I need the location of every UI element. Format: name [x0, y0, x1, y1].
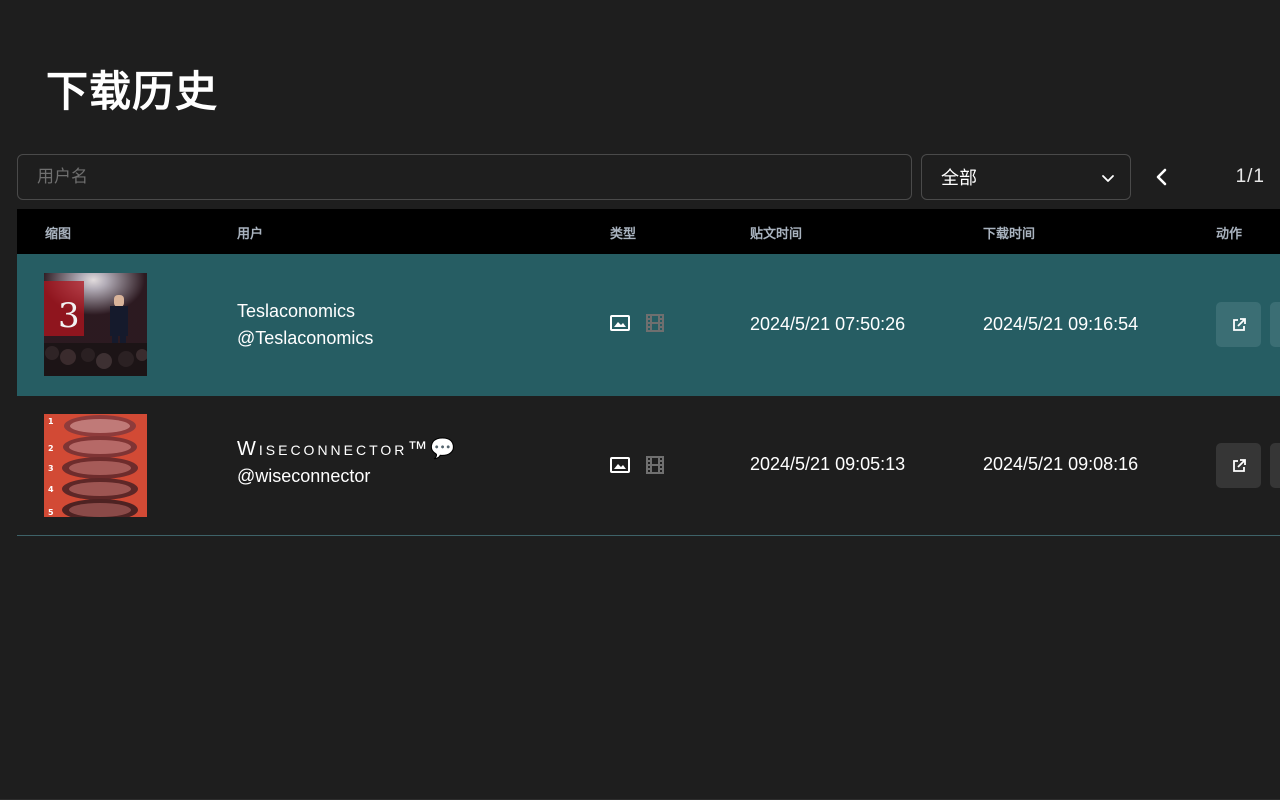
image-icon: [610, 315, 630, 331]
open-link-button[interactable]: [1216, 443, 1261, 488]
user-handle: @Teslaconomics: [237, 328, 374, 348]
table-row[interactable]: 1 2 3 4 5 Wiseconnector™💬 @wiseconnector…: [17, 396, 1280, 536]
type-cell: [610, 314, 664, 332]
table-row[interactable]: 3 Teslaconomics @Teslaconomics 2024/5/21…: [17, 254, 1280, 396]
header-download-time: 下载时间: [983, 227, 1036, 242]
username-search-input[interactable]: [17, 154, 912, 200]
header-type: 类型: [610, 227, 637, 242]
page-indicator: 1/1: [1235, 166, 1265, 187]
svg-text:3: 3: [58, 296, 80, 336]
open-link-button[interactable]: [1216, 302, 1261, 347]
user-display-name: Teslaconomics: [237, 301, 356, 321]
download-time: 2024/5/21 09:16:54: [983, 314, 1139, 334]
svg-text:2: 2: [48, 444, 54, 453]
header-thumbnail: 缩图: [45, 227, 72, 242]
chevron-left-icon: [1156, 168, 1167, 186]
download-time: 2024/5/21 09:08:16: [983, 454, 1139, 474]
video-film-icon: [646, 456, 664, 474]
chevron-down-icon: [1102, 175, 1114, 182]
thumbnail-steak-photo[interactable]: 1 2 3 4 5: [44, 414, 147, 517]
more-action-button[interactable]: [1270, 302, 1280, 347]
type-cell: [610, 456, 664, 474]
header-post-time: 贴文时间: [750, 227, 803, 242]
filter-bar: 全部 1/1: [17, 154, 1280, 200]
type-filter-value: 全部: [941, 168, 977, 189]
svg-text:3: 3: [48, 464, 54, 473]
user-display-name: Wiseconnector™💬: [237, 438, 459, 460]
download-history-table: 缩图 用户 类型 贴文时间 下载时间 动作 3 Teslaconomics @T…: [17, 209, 1280, 536]
more-action-button[interactable]: [1270, 443, 1280, 488]
thumbnail-stage-photo[interactable]: 3: [44, 273, 147, 376]
image-icon: [610, 457, 630, 473]
external-link-icon: [1232, 458, 1246, 472]
post-time: 2024/5/21 09:05:13: [750, 454, 906, 474]
svg-text:1: 1: [48, 417, 54, 426]
prev-page-button[interactable]: [1147, 162, 1177, 192]
svg-text:4: 4: [48, 485, 54, 494]
stage-photo-icon: 3: [44, 273, 147, 376]
header-user: 用户: [237, 227, 264, 242]
download-history-page: 下载历史 全部 1/1 缩图 用户 类型 贴文时间 下载时间 动作: [0, 0, 1280, 800]
user-handle: @wiseconnector: [237, 466, 371, 486]
page-title: 下载历史: [46, 67, 219, 116]
steak-photo-icon: 1 2 3 4 5: [44, 414, 147, 517]
header-actions: 动作: [1216, 227, 1243, 242]
table-header: 缩图 用户 类型 贴文时间 下载时间 动作: [17, 209, 1280, 254]
user-cell: Wiseconnector™💬 @wiseconnector: [237, 436, 458, 490]
user-cell: Teslaconomics @Teslaconomics: [237, 298, 373, 352]
svg-text:5: 5: [48, 508, 54, 517]
external-link-icon: [1232, 317, 1246, 331]
video-film-icon: [646, 314, 664, 332]
post-time: 2024/5/21 07:50:26: [750, 314, 906, 334]
type-filter-select[interactable]: 全部: [921, 154, 1131, 200]
